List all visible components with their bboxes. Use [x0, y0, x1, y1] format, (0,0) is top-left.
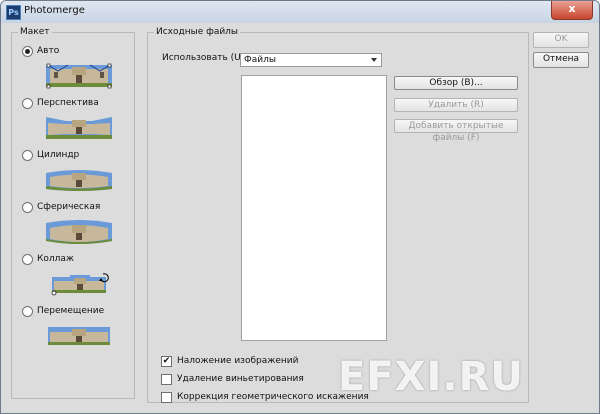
use-select[interactable]: Файлы	[240, 53, 382, 67]
use-select-value: Файлы	[244, 55, 276, 65]
source-file-list[interactable]	[241, 75, 387, 341]
chevron-down-icon	[371, 58, 377, 62]
layout-option-cylinder[interactable]: Цилиндр	[22, 149, 79, 161]
vignette-removal-checkbox[interactable]	[161, 373, 172, 385]
blend-images-checkbox[interactable]: ✔	[161, 355, 172, 367]
browse-button[interactable]: Обзор (В)...	[394, 76, 518, 90]
layout-option-label: Авто	[37, 46, 60, 56]
close-button[interactable]: x	[551, 1, 593, 20]
layout-group: Макет Авто Перспектива Цилиндр Сферическ…	[11, 27, 135, 399]
distortion-correction-checkbox[interactable]	[161, 391, 172, 403]
auto-preview-thumbnail	[46, 63, 112, 89]
photomerge-dialog: Ps Photomerge x Макет Авто Перспектива Ц…	[0, 0, 600, 414]
dialog-body: Макет Авто Перспектива Цилиндр Сферическ…	[7, 27, 593, 408]
remove-button[interactable]: Удалить (R)	[394, 98, 518, 112]
layout-option-label: Коллаж	[37, 254, 75, 264]
radio-perspective[interactable]	[22, 97, 33, 109]
perspective-preview-thumbnail	[46, 115, 112, 141]
layout-option-label: Цилиндр	[37, 150, 80, 160]
layout-option-spherical[interactable]: Сферическая	[22, 201, 100, 213]
radio-auto[interactable]	[22, 45, 33, 57]
add-open-files-button[interactable]: Добавить открытые файлы (F)	[394, 119, 518, 143]
cancel-button[interactable]: Отмена	[533, 52, 589, 68]
checkbox-label: Удаление виньетирования	[177, 374, 304, 384]
use-label: Использовать (U):	[162, 53, 248, 63]
radio-spherical[interactable]	[22, 201, 33, 213]
blend-images-option[interactable]: ✔ Наложение изображений	[161, 355, 298, 367]
title-bar: Ps Photomerge x	[1, 1, 599, 23]
layout-legend: Макет	[20, 27, 50, 37]
layout-option-label: Перемещение	[37, 306, 105, 316]
layout-option-auto[interactable]: Авто	[22, 45, 59, 57]
radio-cylinder[interactable]	[22, 149, 33, 161]
cylinder-preview-thumbnail	[46, 167, 112, 193]
layout-option-reposition[interactable]: Перемещение	[22, 305, 104, 317]
photoshop-app-icon: Ps	[6, 5, 21, 20]
collage-preview-thumbnail	[46, 271, 112, 297]
watermark-text: EFXI.RU	[338, 354, 524, 400]
window-title: Photomerge	[24, 5, 85, 16]
spherical-preview-thumbnail	[46, 219, 112, 245]
layout-option-label: Перспектива	[37, 98, 99, 108]
layout-option-collage[interactable]: Коллаж	[22, 253, 74, 265]
layout-option-perspective[interactable]: Перспектива	[22, 97, 99, 109]
radio-collage[interactable]	[22, 253, 33, 265]
reposition-preview-thumbnail	[46, 323, 112, 349]
source-files-legend: Исходные файлы	[156, 27, 239, 37]
checkbox-label: Наложение изображений	[177, 356, 299, 366]
source-files-group: Исходные файлы Использовать (U): Файлы О…	[147, 27, 529, 403]
ok-button[interactable]: OK	[533, 32, 589, 48]
layout-option-label: Сферическая	[37, 202, 101, 212]
vignette-removal-option[interactable]: Удаление виньетирования	[161, 373, 304, 385]
radio-reposition[interactable]	[22, 305, 33, 317]
